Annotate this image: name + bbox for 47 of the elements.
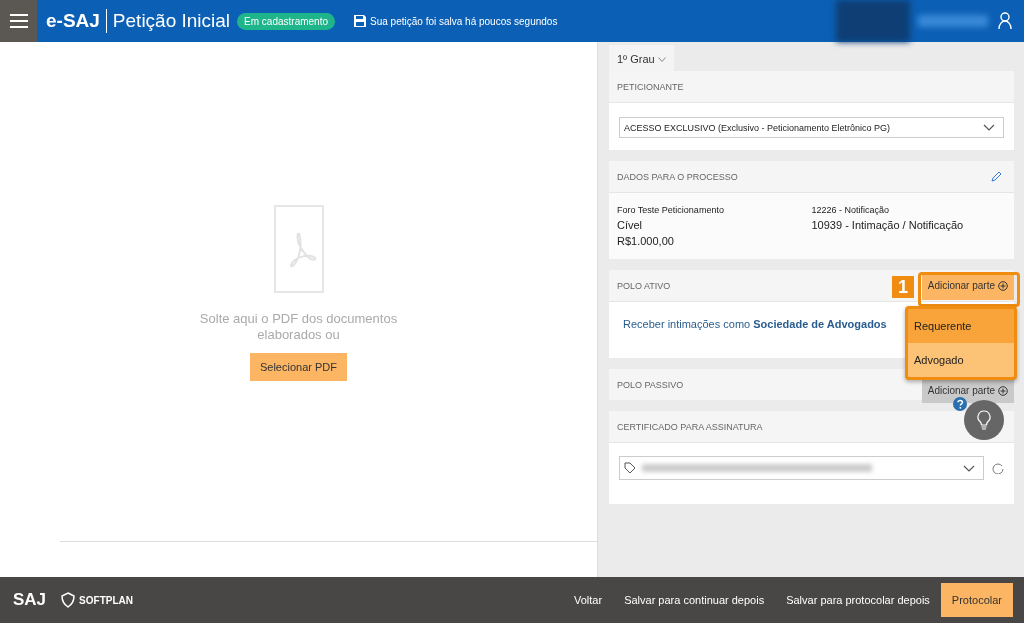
select-pdf-button[interactable]: Selecionar PDF <box>249 353 347 381</box>
field-value: Foro Teste Peticionamento <box>617 204 725 217</box>
petitioner-select[interactable]: ACESSO EXCLUSIVO (Exclusivo - Peticionamento Eletrônico PG) <box>619 117 1004 138</box>
chevron-down-icon <box>657 56 666 62</box>
section-title: POLO ATIVO <box>617 280 671 291</box>
section-title: DADOS PARA O PROCESSO <box>617 171 738 182</box>
drop-message: Solte aqui o PDF dos documentos elaborados ou <box>198 311 399 343</box>
step-number: 1 <box>892 276 914 298</box>
section-title: PETICIONANTE <box>617 81 684 92</box>
user-icon[interactable] <box>998 12 1012 30</box>
company-logo: SOFTPLAN <box>79 594 133 606</box>
menu-item[interactable]: Requerente <box>908 309 1014 343</box>
field-value: Cível <box>617 218 644 233</box>
brand-logo: e-SAJ <box>46 10 100 32</box>
footer-button[interactable]: Voltar <box>563 583 614 617</box>
section-title: CERTIFICADO PARA ASSINATURA <box>617 421 763 432</box>
field-value: 10939 - Intimação / Notificação <box>811 218 965 233</box>
footer-button[interactable]: Salvar para continuar depois <box>613 583 776 617</box>
field-value: 12226 - Notificação <box>811 204 891 217</box>
menu-item[interactable]: Advogado <box>908 343 1014 377</box>
chevron-down-icon <box>963 464 975 472</box>
save-notice: Sua petição foi salva há poucos segundos <box>370 15 558 27</box>
help-icon[interactable] <box>953 397 967 411</box>
blurred-area <box>918 15 988 27</box>
pdf-file-icon <box>273 205 324 293</box>
section-title: POLO PASSIVO <box>617 379 684 390</box>
instance-dropdown[interactable]: 1º Grau <box>609 45 674 71</box>
refresh-icon[interactable] <box>992 462 1004 474</box>
select-value: ACESSO EXCLUSIVO (Exclusivo - Peticionamento Eletrônico PG) <box>624 122 892 133</box>
plus-circle-icon <box>998 280 1008 291</box>
menu-button[interactable] <box>0 0 37 42</box>
instance-value: 1º Grau <box>617 53 655 65</box>
status-badge: Em cadastramento <box>237 12 336 30</box>
submit-button[interactable]: Protocolar <box>940 583 1013 617</box>
tag-icon <box>624 462 636 474</box>
shield-icon <box>61 592 76 608</box>
chevron-down-icon <box>983 124 995 131</box>
saj-logo: SAJ <box>13 590 47 610</box>
edit-icon[interactable] <box>990 170 1002 183</box>
add-party-button[interactable]: Adicionar parte <box>921 378 1014 403</box>
field-value: R$1.000,00 <box>617 234 675 249</box>
page-title: Petição Inicial <box>112 10 231 32</box>
menu-icon <box>9 14 28 28</box>
lightbulb-icon <box>974 408 994 432</box>
plus-circle-icon <box>998 385 1008 396</box>
save-icon <box>354 15 367 27</box>
footer-button[interactable]: Salvar para protocolar depois <box>775 583 941 617</box>
